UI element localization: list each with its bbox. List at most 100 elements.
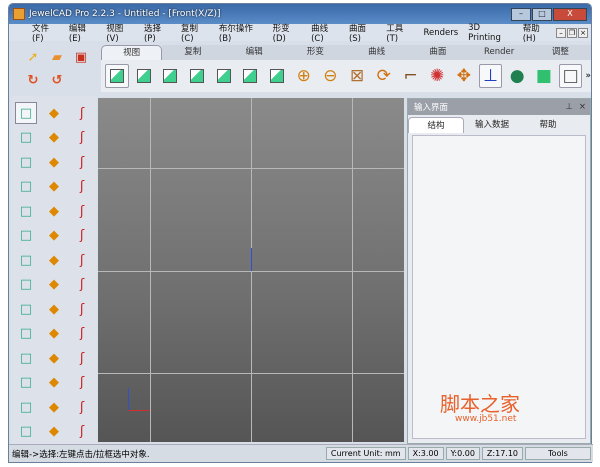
toolbox-tool-icon[interactable]: ʃ (71, 151, 93, 173)
sphere-shade-icon[interactable]: ● (505, 64, 529, 88)
toolbox-tool-icon[interactable]: □ (15, 127, 37, 149)
mdi-minimize-button[interactable]: – (556, 27, 567, 38)
mdi-restore-button[interactable]: ❐ (567, 27, 578, 38)
rotate-view-icon[interactable]: ⟳ (372, 64, 396, 88)
toolbox-tool-icon[interactable]: □ (15, 200, 37, 222)
menu-item[interactable]: Renders (418, 28, 463, 38)
ribbon-tab[interactable]: 调整 (529, 45, 592, 60)
toolbox-tool-icon[interactable]: ʃ (71, 102, 93, 124)
toolbox-tool-icon[interactable]: ʃ (71, 274, 93, 296)
menu-item[interactable]: 帮助(H) (518, 22, 556, 44)
solid-shade-icon[interactable]: ■ (532, 64, 556, 88)
toolbox-tool-icon[interactable]: ʃ (71, 225, 93, 247)
save-icon[interactable]: ▣ (73, 49, 89, 65)
toolbox-tool-icon[interactable]: ◆ (43, 176, 65, 198)
select-arrow-icon[interactable]: ➚ (25, 49, 41, 65)
more-tools-button[interactable]: » (585, 71, 591, 81)
menu-item[interactable]: 曲面(S) (344, 22, 381, 44)
maximize-button[interactable]: □ (532, 7, 552, 21)
pin-button[interactable]: ⊥ (565, 102, 572, 112)
menu-item[interactable]: 复制(C) (176, 22, 214, 44)
toolbox-tool-icon[interactable]: ◆ (43, 421, 65, 443)
toolbox-tool-icon[interactable]: □ (15, 347, 37, 369)
ribbon-tab[interactable]: 曲面 (407, 45, 469, 60)
ribbon-tab[interactable]: 曲线 (346, 45, 408, 60)
toolbox-tool-icon[interactable]: ◆ (43, 102, 65, 124)
view-top-icon[interactable] (158, 64, 182, 88)
panel-close-button[interactable]: × (579, 102, 586, 112)
toolbox-tool-icon[interactable]: ◆ (43, 396, 65, 418)
toolbox-tool-icon[interactable]: □ (15, 102, 37, 124)
toolbox-tool-icon[interactable]: □ (15, 323, 37, 345)
toolbox-tool-icon[interactable]: ʃ (71, 298, 93, 320)
toolbox-tool-icon[interactable]: □ (15, 249, 37, 271)
view-left-icon[interactable] (238, 64, 262, 88)
toolbox-tool-icon[interactable]: ◆ (43, 274, 65, 296)
menu-item[interactable]: 曲线(C) (306, 22, 344, 44)
toolbox-tool-icon[interactable]: ʃ (71, 372, 93, 394)
view-custom-icon[interactable] (265, 64, 289, 88)
menu-item[interactable]: 3D Printing (463, 23, 518, 43)
toolbox-tool-icon[interactable]: □ (15, 396, 37, 418)
toolbox-tool-icon[interactable]: ◆ (43, 200, 65, 222)
toolbox-tool-icon[interactable]: ◆ (43, 298, 65, 320)
menu-item[interactable]: 选择(P) (139, 22, 176, 44)
toolbox-tool-icon[interactable]: □ (15, 151, 37, 173)
ribbon-tab[interactable]: 复制 (162, 45, 224, 60)
front-viewport[interactable] (98, 98, 404, 442)
menu-item[interactable]: 布尔操作(B) (214, 22, 268, 44)
undo-icon[interactable]: ↺ (49, 72, 65, 88)
toolbox-tool-icon[interactable]: ʃ (71, 127, 93, 149)
panel-tab-structure[interactable]: 结构 (408, 117, 464, 133)
ribbon-tab[interactable]: Render (468, 45, 530, 60)
toolbox-tool-icon[interactable]: ʃ (71, 396, 93, 418)
toolbox-tool-icon[interactable]: ◆ (43, 127, 65, 149)
toolbox-tool-icon[interactable]: ◆ (43, 372, 65, 394)
toolbox-tool-icon[interactable]: ◆ (43, 347, 65, 369)
toolbox-tool-icon[interactable]: □ (15, 176, 37, 198)
toolbox-tool-icon[interactable]: □ (15, 225, 37, 247)
toolbox-tool-icon[interactable]: ʃ (71, 323, 93, 345)
menu-item[interactable]: 形变(D) (268, 22, 306, 44)
menu-item[interactable]: 工具(T) (381, 22, 418, 44)
toolbox-tool-icon[interactable]: ʃ (71, 249, 93, 271)
render-light-icon[interactable]: ✺ (425, 64, 449, 88)
pan-view-icon[interactable]: ⌐ (399, 64, 423, 88)
toolbox-tool-icon[interactable]: □ (15, 421, 37, 443)
view-iso-icon[interactable] (105, 64, 129, 88)
zoom-in-icon[interactable]: ⊕ (292, 64, 316, 88)
open-folder-icon[interactable]: ▰ (49, 49, 65, 65)
panel-tab-help[interactable]: 帮助 (520, 117, 576, 133)
close-button[interactable]: X (553, 7, 587, 21)
mdi-close-button[interactable]: × (578, 27, 589, 38)
toolbox-tool-icon[interactable]: □ (15, 372, 37, 394)
toolbox-tool-icon[interactable]: ◆ (43, 323, 65, 345)
toolbox-tool-icon[interactable]: ◆ (43, 151, 65, 173)
ribbon-tab[interactable]: 视图 (101, 45, 163, 60)
move-axis-icon[interactable]: ✥ (452, 64, 476, 88)
axis-display-icon[interactable]: ⊥ (478, 64, 503, 88)
menu-item[interactable]: 编辑(E) (64, 22, 101, 44)
toolbox-tool-icon[interactable]: ʃ (71, 347, 93, 369)
wireframe-shade-icon[interactable]: □ (558, 64, 583, 88)
toolbox-tool-icon[interactable]: ʃ (71, 176, 93, 198)
ribbon-tab[interactable]: 编辑 (223, 45, 285, 60)
view-front-icon[interactable] (132, 64, 156, 88)
toolbox-tool-icon[interactable]: □ (15, 274, 37, 296)
redo-icon[interactable]: ↻ (25, 72, 41, 88)
toolbox-tool-icon[interactable]: ʃ (71, 200, 93, 222)
ribbon-tab[interactable]: 形变 (284, 45, 347, 60)
menu-item[interactable]: 文件(F) (27, 22, 64, 44)
toolbox-tool-icon[interactable]: ◆ (43, 225, 65, 247)
tools-button[interactable]: Tools (525, 447, 591, 460)
toolbox-tool-icon[interactable]: ʃ (71, 421, 93, 443)
view-right-icon[interactable] (212, 64, 236, 88)
toolbox-tool-icon[interactable]: □ (15, 298, 37, 320)
panel-tab-input-data[interactable]: 输入数据 (464, 117, 520, 133)
toolbox-tool-icon[interactable]: ◆ (43, 249, 65, 271)
view-back-icon[interactable] (185, 64, 209, 88)
zoom-out-icon[interactable]: ⊖ (319, 64, 343, 88)
menu-item[interactable]: 视图(V) (101, 22, 139, 44)
minimize-button[interactable]: – (511, 7, 531, 21)
zoom-extents-icon[interactable]: ⊠ (345, 64, 369, 88)
